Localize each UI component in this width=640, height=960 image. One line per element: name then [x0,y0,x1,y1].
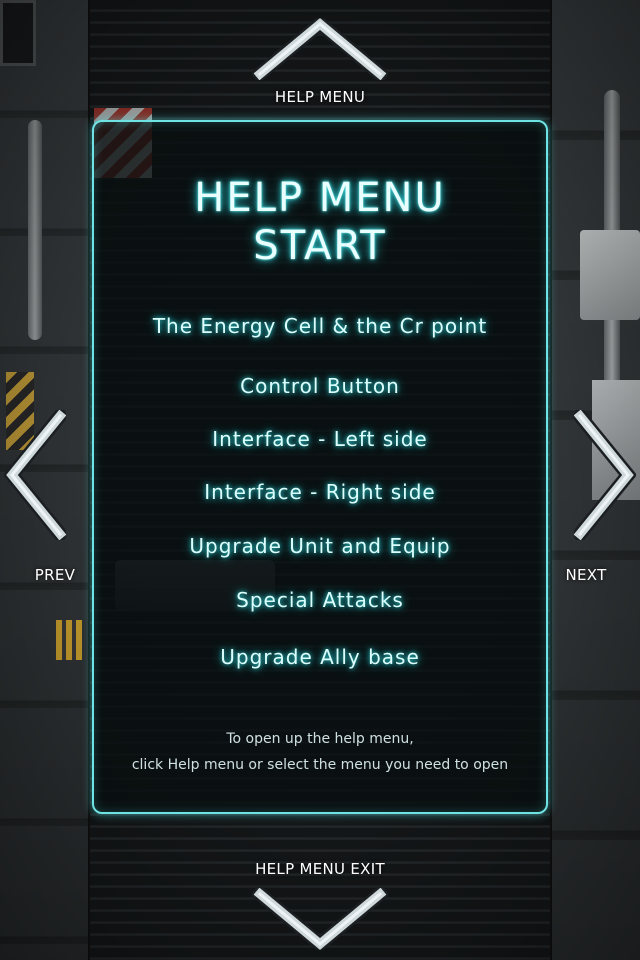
help-menu-exit-button[interactable] [252,888,388,950]
next-button[interactable] [574,410,636,540]
menu-item-energy-cell[interactable]: The Energy Cell & the Cr point [94,314,546,338]
title-line-1: HELP MENU [194,175,446,221]
chevron-up-icon [252,18,388,80]
next-label: NEXT [565,566,607,584]
menu-item-upgrade-unit[interactable]: Upgrade Unit and Equip [94,534,546,558]
prev-button[interactable] [4,410,66,540]
menu-item-control-button[interactable]: Control Button [94,374,546,398]
chevron-left-icon [4,410,66,540]
menu-item-interface-left[interactable]: Interface - Left side [94,427,546,451]
chevron-down-icon [252,888,388,950]
hint-line-1: To open up the help menu, [226,731,414,747]
help-hint-text: To open up the help menu, click Help men… [94,726,546,778]
title-line-2: START [253,223,387,269]
help-menu-up-button[interactable] [252,18,388,80]
hint-line-2: click Help menu or select the menu you n… [131,757,509,773]
menu-item-interface-right[interactable]: Interface - Right side [94,480,546,504]
help-menu-exit-label: HELP MENU EXIT [255,860,385,878]
menu-item-upgrade-ally-base[interactable]: Upgrade Ally base [94,645,546,669]
prev-label: PREV [34,566,76,584]
help-menu-up-label: HELP MENU [274,88,366,106]
help-menu-panel: HELP MENU START The Energy Cell & the Cr… [92,120,548,814]
menu-item-special-attacks[interactable]: Special Attacks [94,588,546,612]
page-title: HELP MENU START [94,174,546,270]
chevron-right-icon [574,410,636,540]
